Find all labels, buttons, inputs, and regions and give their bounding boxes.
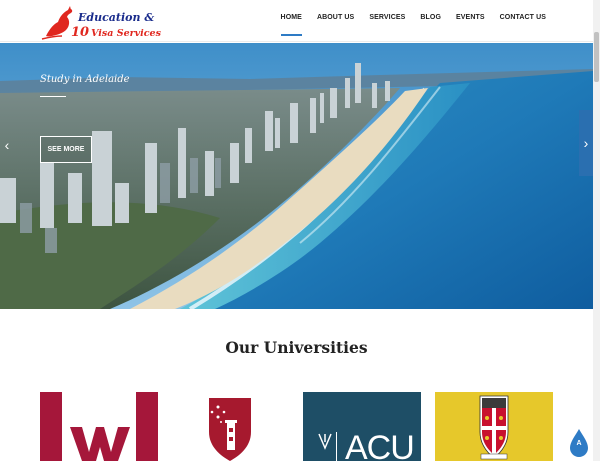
brand-line-2-text: Visa Services	[91, 28, 161, 39]
site-logo[interactable]: Education & 10 Visa Services	[40, 6, 161, 40]
nav-about-us[interactable]: ABOUT US	[317, 0, 354, 36]
universities-heading: Our Universities	[225, 338, 368, 357]
brand-line-1: Education &	[78, 11, 155, 24]
acu-logo[interactable]: ACU	[303, 392, 421, 461]
back-to-top-button[interactable]: A	[569, 428, 589, 458]
slider-prev-button[interactable]: ‹	[0, 117, 14, 173]
see-more-button[interactable]: SEE MORE	[40, 136, 92, 163]
nav-contact-us[interactable]: CONTACT US	[500, 0, 546, 36]
hero-slider: Study in Adelaide SEE MORE ‹ ›	[0, 43, 593, 309]
brand-line-2: 10 Visa Services	[71, 25, 161, 40]
main-nav: HOME ABOUT US SERVICES BLOG EVENTS CONTA…	[266, 0, 546, 42]
western-sydney-logo[interactable]	[40, 392, 158, 461]
unsw-crest-icon	[479, 395, 509, 460]
nav-events[interactable]: EVENTS	[456, 0, 485, 36]
macquarie-shield-icon	[209, 398, 251, 461]
nav-blog[interactable]: BLOG	[420, 0, 441, 36]
acu-divider	[336, 432, 337, 461]
site-header: Education & 10 Visa Services HOME ABOUT U…	[0, 0, 593, 42]
nav-home[interactable]: HOME	[280, 0, 303, 36]
chevron-right-icon: ›	[583, 135, 589, 151]
page-scrollbar[interactable]	[593, 0, 600, 461]
brand-number: 10	[71, 25, 90, 40]
back-to-top-label: A	[576, 440, 582, 447]
scrollbar-thumb[interactable]	[594, 32, 599, 82]
hero-title-underline	[40, 96, 66, 97]
chevron-left-icon: ‹	[4, 137, 10, 153]
page: Education & 10 Visa Services HOME ABOUT U…	[0, 0, 600, 461]
acu-emblem-icon	[318, 433, 332, 450]
slider-next-button[interactable]: ›	[579, 110, 593, 176]
unsw-logo[interactable]	[435, 392, 553, 461]
hero-title: Study in Adelaide	[40, 74, 130, 85]
acu-wordmark: ACU	[345, 429, 415, 461]
western-sydney-logo-mark	[40, 392, 158, 461]
nav-services[interactable]: SERVICES	[369, 0, 405, 36]
macquarie-logo[interactable]	[171, 392, 289, 461]
